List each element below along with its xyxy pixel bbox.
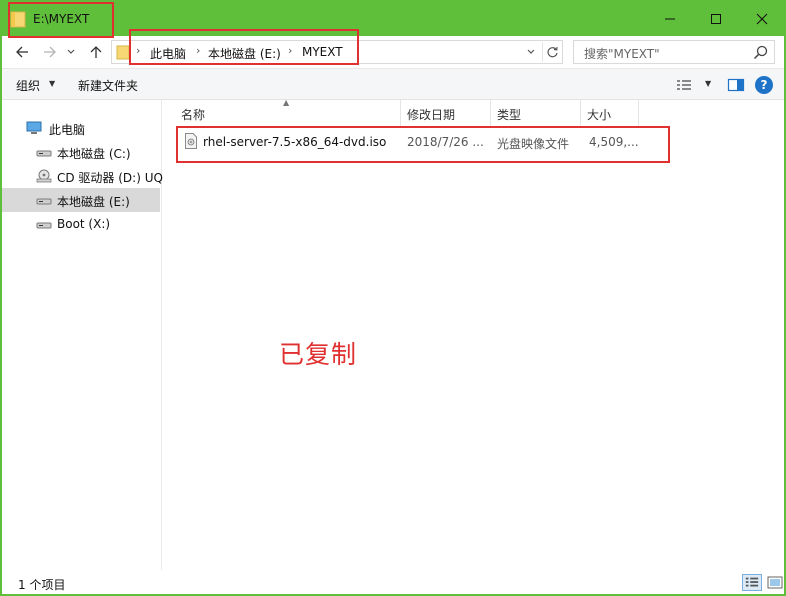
chevron-down-icon[interactable]: ▼: [49, 79, 55, 88]
annotation-box-file: [176, 126, 670, 163]
close-button[interactable]: [739, 2, 785, 36]
drive-icon: [36, 222, 52, 229]
back-button[interactable]: [12, 41, 32, 63]
minimize-button[interactable]: [647, 2, 693, 36]
status-bar: 1 个项目: [2, 570, 784, 594]
computer-icon: [26, 121, 42, 134]
cd-drive-icon: [36, 169, 52, 183]
copied-annotation: 已复制: [279, 340, 358, 369]
column-header-size[interactable]: 大小: [581, 100, 639, 126]
nav-item-drive-c[interactable]: 本地磁盘 (C:): [2, 140, 160, 164]
search-box[interactable]: 搜索"MYEXT": [573, 40, 775, 64]
nav-item-drive-e[interactable]: 本地磁盘 (E:): [2, 188, 160, 212]
chevron-down-icon: [67, 49, 75, 54]
arrow-right-icon: [44, 46, 56, 58]
maximize-button[interactable]: [693, 2, 739, 36]
nav-item-cd-drive-d[interactable]: CD 驱动器 (D:) UQ: [2, 164, 163, 188]
address-history-button[interactable]: [522, 43, 540, 61]
recent-locations-button[interactable]: [64, 41, 78, 63]
close-icon: [756, 13, 768, 25]
item-count: 1 个项目: [18, 578, 66, 592]
maximize-icon: [711, 14, 721, 24]
navigation-pane: 此电脑 本地磁盘 (C:) CD 驱动器 (D:) UQ 本地磁盘 (E:) B…: [2, 100, 163, 570]
arrow-up-icon: [90, 46, 102, 58]
help-icon[interactable]: ?: [755, 76, 773, 94]
folder-icon: [116, 45, 130, 60]
column-header-date[interactable]: 修改日期: [401, 100, 491, 126]
drive-icon: [36, 150, 52, 157]
search-input[interactable]: 搜索"MYEXT": [584, 45, 660, 62]
search-icon[interactable]: [752, 44, 770, 62]
command-bar: 组织 ▼ 新建文件夹 ▼ ?: [2, 68, 784, 100]
explorer-window: E:\MYEXT › 此电脑 › 本地磁盘 (E:) › MYEXT 搜索"MY…: [0, 0, 786, 596]
view-options-icon[interactable]: [675, 77, 693, 93]
nav-item-label: CD 驱动器 (D:) UQ: [57, 171, 163, 185]
file-list-pane: ▲ 名称 修改日期 类型 大小 rhel-server-7.5-x86_64-d…: [163, 98, 784, 570]
chevron-down-icon: [527, 49, 535, 54]
new-folder-button[interactable]: 新建文件夹: [78, 77, 138, 94]
minimize-icon: [665, 18, 675, 20]
nav-item-label: 此电脑: [49, 123, 86, 137]
annotation-box-title: [8, 2, 114, 38]
arrow-left-icon: [16, 46, 28, 58]
large-icons-view-icon[interactable]: [765, 574, 785, 591]
forward-button[interactable]: [40, 41, 60, 63]
annotation-box-address: [129, 29, 359, 65]
organize-button[interactable]: 组织: [16, 77, 40, 94]
drive-icon: [36, 198, 52, 205]
details-view-icon[interactable]: [742, 574, 762, 591]
refresh-button[interactable]: [542, 42, 562, 62]
address-row: › 此电脑 › 本地磁盘 (E:) › MYEXT 搜索"MYEXT": [2, 36, 784, 68]
nav-item-boot-x[interactable]: Boot (X:): [2, 212, 160, 236]
up-button[interactable]: [86, 41, 106, 63]
nav-item-label: Boot (X:): [57, 217, 111, 231]
column-header-type[interactable]: 类型: [491, 100, 581, 126]
refresh-icon: [547, 46, 558, 57]
title-bar[interactable]: E:\MYEXT: [2, 2, 784, 36]
chevron-down-icon[interactable]: ▼: [705, 79, 711, 88]
nav-item-label: 本地磁盘 (E:): [57, 195, 130, 209]
column-header-name[interactable]: 名称: [175, 100, 401, 126]
nav-item-this-pc[interactable]: 此电脑: [2, 116, 160, 140]
column-header-row: ▲ 名称 修改日期 类型 大小: [163, 98, 784, 126]
preview-pane-icon[interactable]: [727, 77, 745, 93]
nav-item-label: 本地磁盘 (C:): [57, 147, 131, 161]
